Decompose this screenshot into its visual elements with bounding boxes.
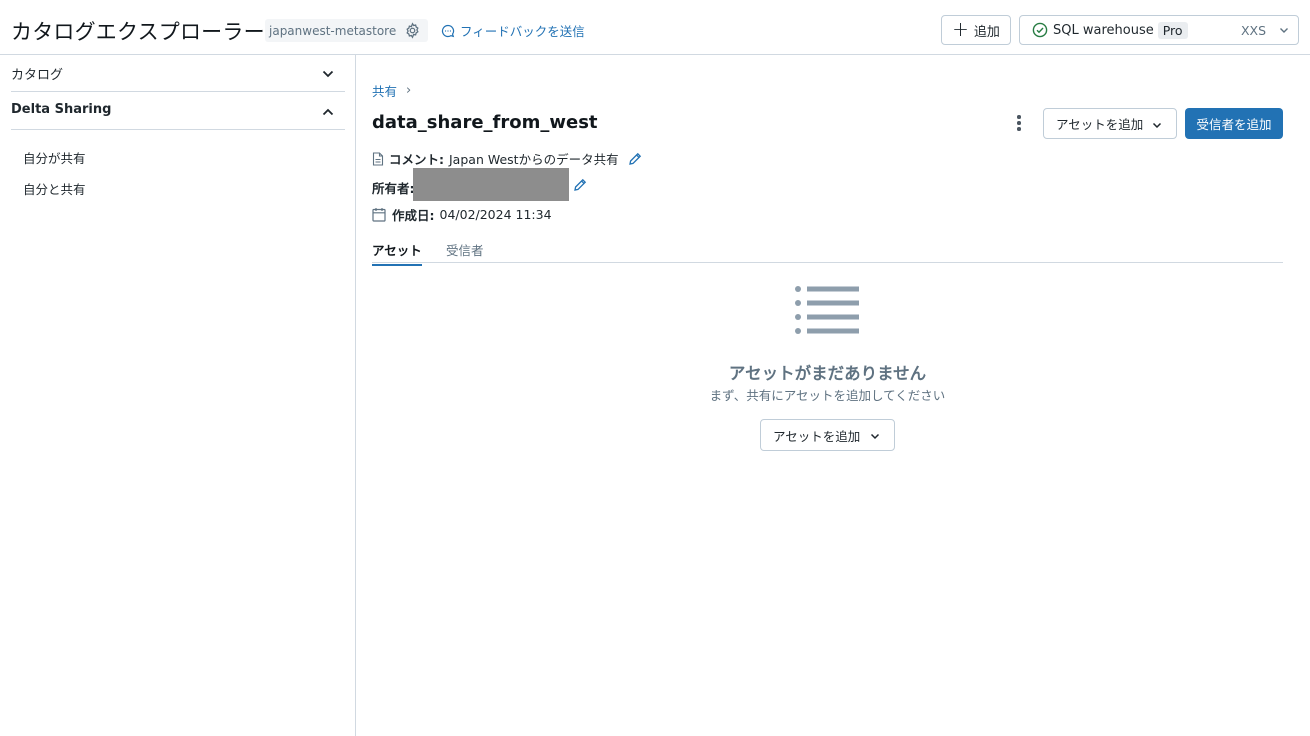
breadcrumb-separator: › <box>406 83 412 98</box>
sidebar-section-catalog[interactable]: カタログ <box>11 55 345 92</box>
gear-icon[interactable] <box>404 22 421 39</box>
chevron-down-icon <box>1280 28 1288 33</box>
empty-state-subtitle: まず、共有にアセットを追加してください <box>709 388 946 403</box>
empty-state-title: アセットがまだありません <box>728 364 927 383</box>
share-title: data_share_from_west <box>372 112 598 133</box>
warehouse-size: XXS <box>1240 22 1266 38</box>
feedback-label: フィードバックを送信 <box>460 24 585 39</box>
document-icon <box>372 151 384 166</box>
list-icon <box>795 286 859 334</box>
empty-state-add-asset-button[interactable]: アセットを追加 <box>760 419 895 451</box>
page-app-title: カタログエクスプローラー <box>11 20 265 44</box>
created-value: 04/02/2024 11:34 <box>439 207 552 222</box>
warehouse-tier-badge: Pro <box>1157 21 1188 39</box>
add-asset-label: アセットを追加 <box>1056 117 1144 132</box>
comment-label: コメント: <box>389 152 444 167</box>
owner-label: 所有者: <box>372 181 415 196</box>
chat-bubble-icon <box>441 24 455 37</box>
kebab-dot <box>1017 121 1021 125</box>
warehouse-select[interactable]: SQL warehouse Pro XXS <box>1019 15 1299 45</box>
kebab-dot <box>1017 115 1021 119</box>
check-circle-icon <box>1032 22 1048 38</box>
catalog-sidebar: カタログ Delta Sharing 自分が共有 自分と共有 <box>0 55 356 736</box>
created-label: 作成日: <box>392 208 435 223</box>
metastore-badge[interactable]: japanwest-metastore <box>265 19 428 42</box>
add-recipient-button[interactable]: 受信者を追加 <box>1185 108 1283 139</box>
add-button-label: 追加 <box>973 24 1000 40</box>
share-tabs: アセット 受信者 <box>372 237 1283 266</box>
sidebar-section-label: Delta Sharing <box>11 102 112 117</box>
created-row: 作成日: 04/02/2024 11:34 <box>372 205 552 224</box>
metastore-name: japanwest-metastore <box>269 23 397 38</box>
more-options-icon[interactable] <box>1010 113 1028 133</box>
kebab-dot <box>1017 127 1021 131</box>
add-button[interactable]: + 追加 <box>941 15 1011 45</box>
edit-comment-pencil-icon[interactable] <box>628 152 642 166</box>
tab-recipients[interactable]: 受信者 <box>446 240 484 265</box>
warehouse-name: SQL warehouse <box>1053 22 1154 38</box>
comment-value: Japan Westからのデータ共有 <box>449 152 619 167</box>
chevron-down-icon <box>1152 122 1162 129</box>
sidebar-section-label: カタログ <box>11 68 64 83</box>
plus-icon: + <box>952 17 969 41</box>
edit-owner-pencil-icon[interactable] <box>573 178 587 192</box>
send-feedback-link[interactable]: フィードバックを送信 <box>441 21 585 40</box>
sidebar-item-shared-with-me[interactable]: 自分と共有 <box>23 179 86 198</box>
top-header: カタログエクスプローラー japanwest-metastore フィードバック… <box>0 0 1310 55</box>
breadcrumb-shares-link[interactable]: 共有 <box>372 81 397 100</box>
breadcrumb: 共有 › <box>372 81 411 100</box>
chevron-up-icon <box>322 108 334 116</box>
comment-row: コメント: Japan Westからのデータ共有 <box>372 149 642 168</box>
owner-value-redacted <box>413 168 569 201</box>
add-asset-button[interactable]: アセットを追加 <box>1043 108 1177 139</box>
chevron-down-icon <box>322 70 334 78</box>
add-asset-label: アセットを追加 <box>773 428 861 444</box>
calendar-icon <box>372 208 386 222</box>
sidebar-item-shared-by-me[interactable]: 自分が共有 <box>23 148 86 167</box>
chevron-down-icon <box>870 433 880 440</box>
tab-assets[interactable]: アセット <box>372 240 422 266</box>
sidebar-section-delta-sharing[interactable]: Delta Sharing <box>11 93 345 130</box>
